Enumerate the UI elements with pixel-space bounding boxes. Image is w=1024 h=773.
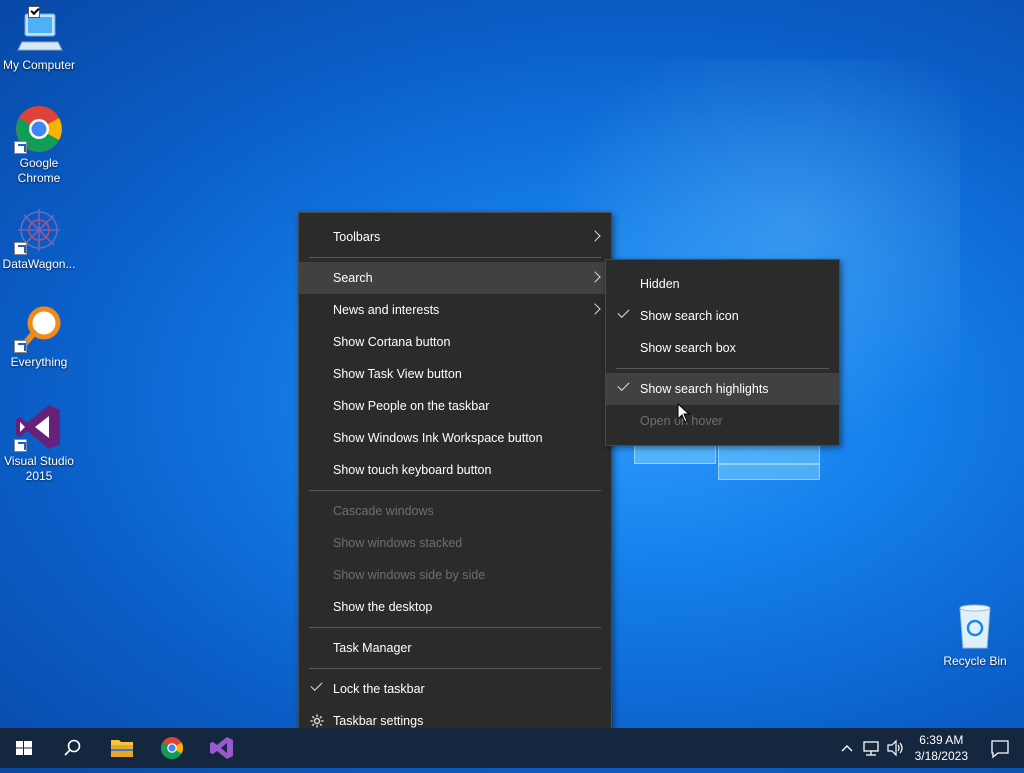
menu-item-label: News and interests [333, 303, 440, 317]
visual-studio-icon [210, 737, 233, 759]
menu-item-show-ink-workspace[interactable]: Show Windows Ink Workspace button [299, 422, 611, 454]
clock-date: 3/18/2023 [914, 749, 968, 763]
checkmark-icon [310, 678, 323, 692]
recycle-bin-icon [950, 602, 1000, 652]
desktop-icon-my-computer[interactable]: My Computer [0, 5, 78, 73]
network-icon [863, 741, 879, 756]
menu-separator [309, 257, 601, 258]
desktop-icon-label: Everything [10, 355, 68, 369]
menu-item-show-cortana[interactable]: Show Cortana button [299, 326, 611, 358]
menu-item-toolbars[interactable]: Toolbars [299, 221, 611, 253]
menu-item-label: Task Manager [333, 641, 412, 655]
magnifier-icon [14, 303, 64, 353]
chevron-right-icon [589, 303, 601, 315]
menu-item-label: Show People on the taskbar [333, 399, 490, 413]
shortcut-arrow-icon [14, 439, 27, 452]
windows-logo-icon [16, 741, 32, 755]
checkmark-icon [617, 305, 630, 319]
menu-item-show-desktop[interactable]: Show the desktop [299, 591, 611, 623]
computer-icon [14, 5, 64, 56]
shortcut-arrow-icon [14, 141, 27, 154]
menu-item-label: Toolbars [333, 230, 381, 244]
submenu-item-show-search-box[interactable]: Show search box [606, 332, 839, 364]
menu-item-label: Search [333, 271, 373, 285]
action-center-button[interactable] [976, 728, 1024, 768]
speaker-icon [887, 739, 903, 757]
desktop-icon-recycle-bin[interactable]: Recycle Bin [936, 602, 1014, 669]
submenu-item-hidden[interactable]: Hidden [606, 268, 839, 300]
start-button[interactable] [0, 728, 48, 768]
menu-item-label: Hidden [640, 277, 680, 291]
menu-separator [309, 627, 601, 628]
search-button[interactable] [48, 728, 96, 768]
desktop-icon-label: DataWagon... [2, 257, 76, 271]
chevron-right-icon [589, 271, 601, 283]
menu-item-label: Cascade windows [333, 504, 434, 518]
desktop-icon-label: Google Chrome [17, 156, 61, 185]
taskbar-visual-studio[interactable] [197, 728, 245, 768]
menu-item-label: Show search icon [640, 309, 739, 323]
menu-item-lock-taskbar[interactable]: Lock the taskbar [299, 673, 611, 705]
desktop-icon-label: Recycle Bin [943, 654, 1007, 668]
menu-separator [309, 668, 601, 669]
menu-item-show-touch-keyboard[interactable]: Show touch keyboard button [299, 454, 611, 486]
shortcut-arrow-icon [14, 242, 27, 255]
chrome-icon [160, 737, 183, 760]
shortcut-arrow-icon [14, 340, 27, 353]
submenu-item-open-on-hover: Open on hover [606, 405, 839, 437]
submenu-item-show-search-highlights[interactable]: Show search highlights [606, 373, 839, 405]
datawagon-icon [14, 205, 64, 255]
taskbar: 6:39 AM 3/18/2023 [0, 728, 1024, 768]
network-status-button[interactable] [860, 728, 882, 768]
menu-item-label: Show search box [640, 341, 736, 355]
menu-item-show-people[interactable]: Show People on the taskbar [299, 390, 611, 422]
menu-item-label: Show touch keyboard button [333, 463, 492, 477]
search-icon [64, 739, 81, 756]
menu-item-windows-side-by-side: Show windows side by side [299, 559, 611, 591]
menu-item-label: Lock the taskbar [333, 682, 425, 696]
taskbar-context-menu: Toolbars Search News and interests Show … [298, 212, 612, 746]
submenu-item-show-search-icon[interactable]: Show search icon [606, 300, 839, 332]
visual-studio-icon [14, 402, 64, 452]
menu-item-search[interactable]: Search [299, 262, 611, 294]
desktop-icon-google-chrome[interactable]: Google Chrome [0, 104, 78, 186]
menu-separator [309, 490, 601, 491]
menu-item-cascade-windows: Cascade windows [299, 495, 611, 527]
folder-icon [111, 740, 133, 757]
chevron-right-icon [589, 230, 601, 242]
menu-item-label: Show Cortana button [333, 335, 451, 349]
desktop-icon-visual-studio[interactable]: Visual Studio 2015 [0, 402, 78, 484]
menu-item-show-task-view[interactable]: Show Task View button [299, 358, 611, 390]
menu-item-news-and-interests[interactable]: News and interests [299, 294, 611, 326]
desktop-icon-label: My Computer [2, 58, 76, 72]
menu-separator [616, 368, 829, 369]
chrome-icon [14, 104, 64, 154]
menu-item-label: Show search highlights [640, 382, 769, 396]
menu-item-label: Show windows stacked [333, 536, 463, 550]
search-submenu: Hidden Show search icon Show search box … [605, 259, 840, 446]
checkbox-icon[interactable] [28, 5, 40, 18]
taskbar-file-explorer[interactable] [98, 728, 146, 768]
menu-item-windows-stacked: Show windows stacked [299, 527, 611, 559]
show-hidden-icons-button[interactable] [838, 728, 856, 768]
desktop-icon-label: Visual Studio 2015 [4, 454, 74, 483]
taskbar-clock[interactable]: 6:39 AM 3/18/2023 [915, 732, 968, 764]
menu-item-label: Show Windows Ink Workspace button [333, 431, 543, 445]
chevron-up-icon [841, 745, 853, 752]
mouse-cursor-icon [677, 402, 691, 428]
menu-item-label: Show the desktop [333, 600, 433, 614]
clock-time: 6:39 AM [919, 733, 964, 747]
desktop-icon-everything[interactable]: Everything [0, 303, 78, 370]
taskbar-chrome[interactable] [148, 728, 196, 768]
notification-icon [991, 740, 1009, 759]
menu-item-task-manager[interactable]: Task Manager [299, 632, 611, 664]
desktop-icon-datawagon[interactable]: DataWagon... [0, 205, 78, 272]
volume-button[interactable] [884, 728, 906, 768]
menu-item-label: Show Task View button [333, 367, 462, 381]
menu-item-label: Show windows side by side [333, 568, 486, 582]
checkmark-icon [617, 378, 630, 392]
